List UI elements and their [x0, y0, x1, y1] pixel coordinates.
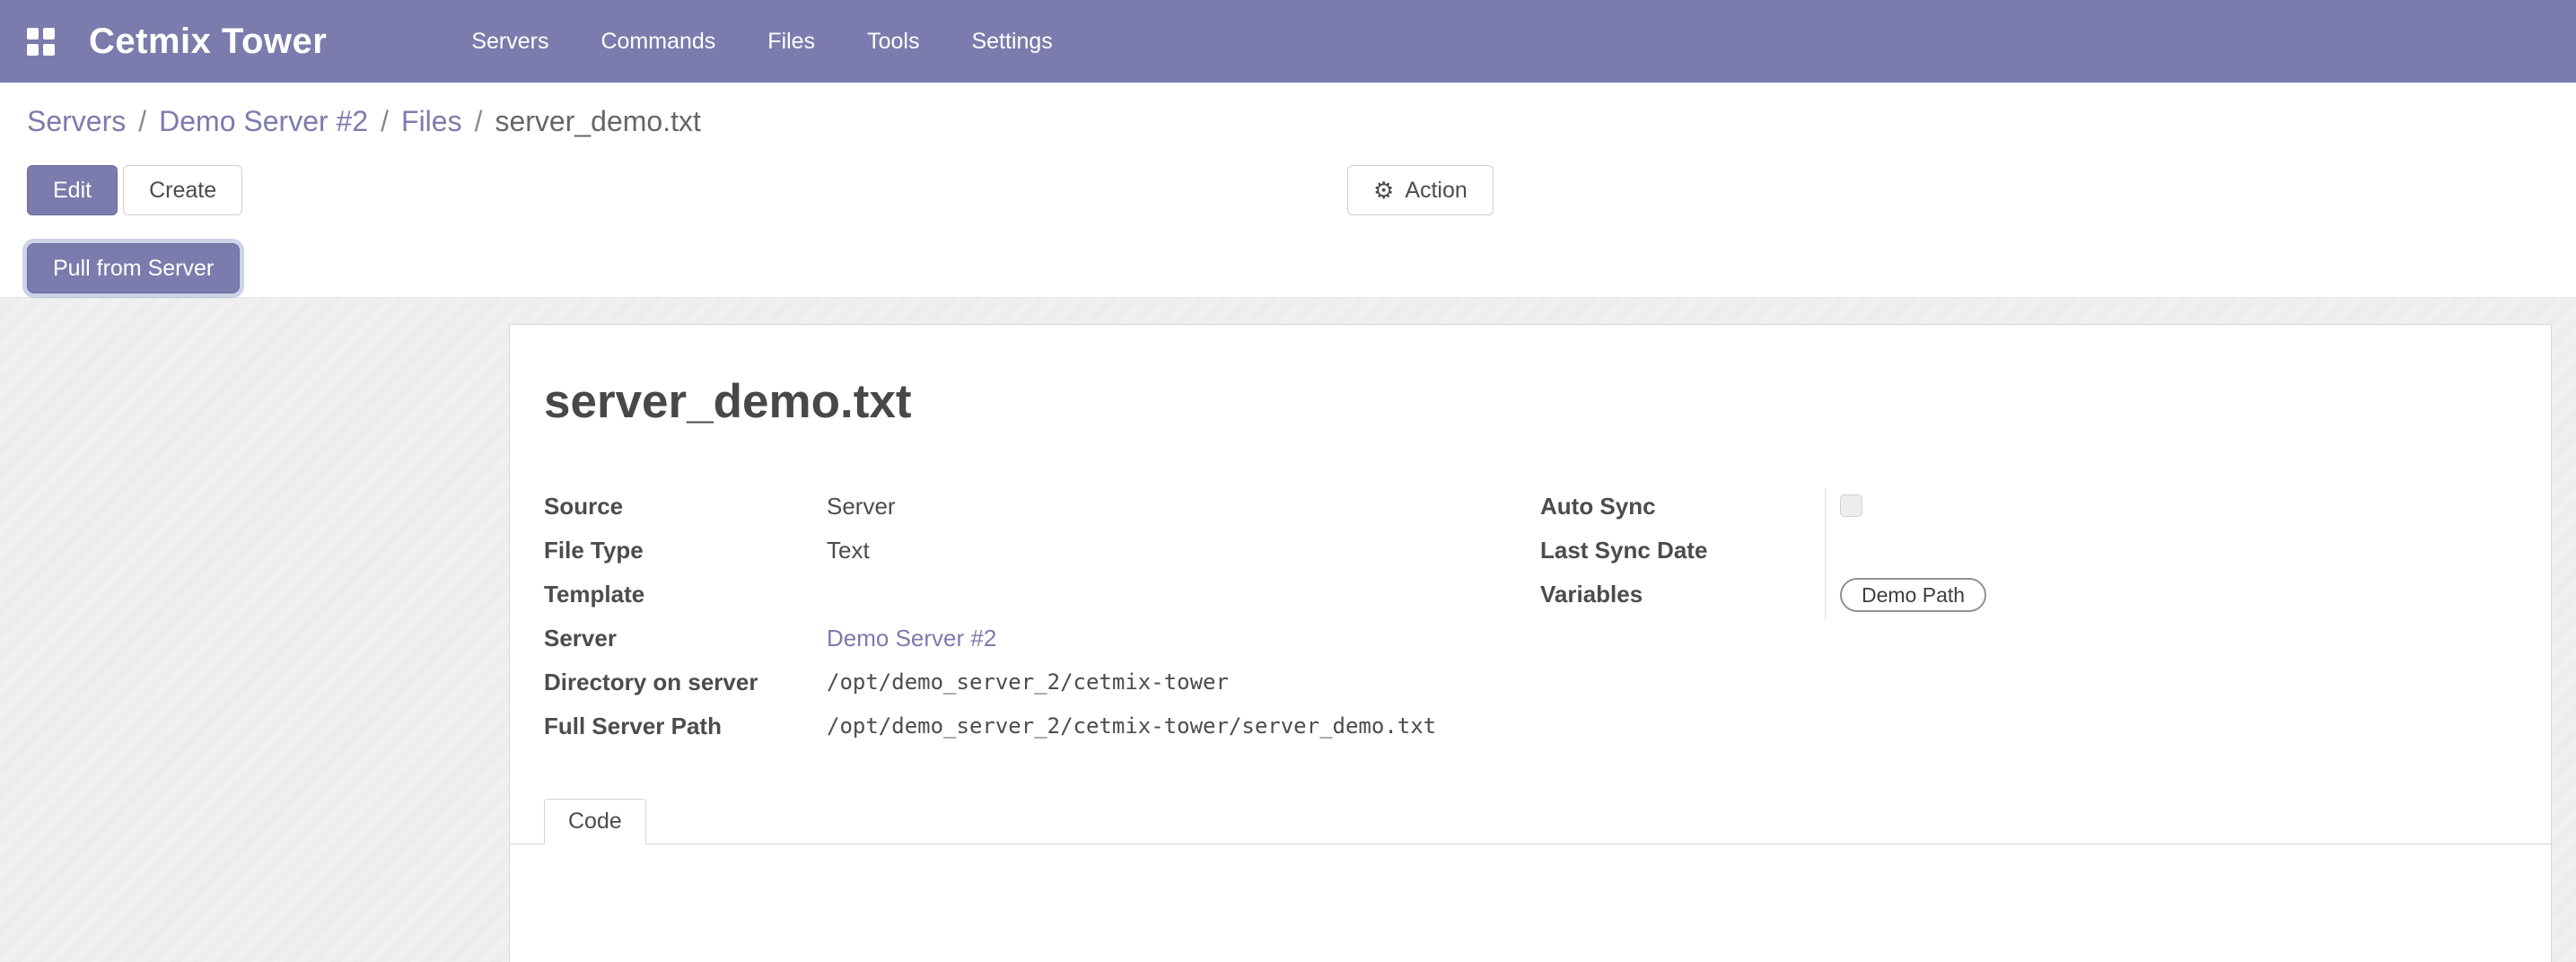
field-value-file-type: Text — [827, 532, 1540, 576]
breadcrumb-link-demo-server[interactable]: Demo Server #2 — [159, 105, 368, 137]
nav-item-tools[interactable]: Tools — [841, 0, 945, 83]
form-fields: Source Server File Type Text Template Se… — [544, 488, 2515, 752]
breadcrumb-separator: / — [475, 105, 483, 137]
content-area: server_demo.txt Source Server File Type … — [0, 297, 2576, 962]
action-menu-label: Action — [1405, 178, 1467, 204]
field-value-variables: Demo Path — [1825, 576, 2515, 620]
field-row-auto-sync: Auto Sync — [1540, 488, 2515, 532]
form-group-left: Source Server File Type Text Template Se… — [544, 488, 1540, 752]
field-label: Template — [544, 576, 827, 610]
apps-grid-square — [43, 28, 55, 39]
field-label: Auto Sync — [1540, 488, 1825, 522]
apps-grid-square — [27, 28, 39, 39]
auto-sync-checkbox[interactable] — [1840, 494, 1862, 517]
breadcrumb: Servers / Demo Server #2 / Files / server_demo… — [0, 83, 2576, 138]
field-row-template: Template — [544, 576, 1540, 620]
field-label: Variables — [1540, 576, 1825, 610]
field-value-last-sync — [1825, 532, 2515, 576]
brand-title[interactable]: Cetmix Tower — [89, 22, 327, 62]
field-row-full-path: Full Server Path /opt/demo_server_2/cetm… — [544, 708, 1540, 752]
action-menu-button[interactable]: ⚙ Action — [1347, 165, 1494, 215]
nav-item-settings[interactable]: Settings — [945, 0, 1078, 83]
field-value-directory: /opt/demo_server_2/cetmix-tower — [827, 664, 1540, 708]
nav-item-files[interactable]: Files — [741, 0, 841, 83]
field-row-source: Source Server — [544, 488, 1540, 532]
field-value-server-link[interactable]: Demo Server #2 — [827, 620, 1540, 664]
form-group-right: Auto Sync Last Sync Date Variables Demo … — [1540, 488, 2515, 752]
field-label: Server — [544, 620, 827, 654]
field-label: Source — [544, 488, 827, 522]
form-sheet: server_demo.txt Source Server File Type … — [509, 324, 2552, 962]
field-label: Last Sync Date — [1540, 532, 1825, 566]
breadcrumb-link-servers[interactable]: Servers — [27, 105, 126, 137]
field-row-server: Server Demo Server #2 — [544, 620, 1540, 664]
field-label: Directory on server — [544, 664, 827, 698]
tab-content-code — [544, 844, 2515, 962]
main-menu: Servers Commands Files Tools Settings — [445, 0, 1078, 83]
nav-item-servers[interactable]: Servers — [445, 0, 574, 83]
field-value-auto-sync — [1825, 488, 2515, 532]
field-label: File Type — [544, 532, 827, 566]
breadcrumb-link-files[interactable]: Files — [401, 105, 462, 137]
apps-grid-square — [27, 44, 39, 56]
gear-icon: ⚙ — [1373, 179, 1394, 202]
field-row-last-sync: Last Sync Date — [1540, 532, 2515, 576]
edit-button[interactable]: Edit — [27, 165, 118, 215]
field-value-source: Server — [827, 488, 1540, 532]
variable-tag-demo-path[interactable]: Demo Path — [1840, 578, 1986, 612]
field-value-full-path: /opt/demo_server_2/cetmix-tower/server_d… — [827, 708, 1540, 752]
field-row-directory: Directory on server /opt/demo_server_2/c… — [544, 664, 1540, 708]
button-row: Edit Create ⚙ Action — [0, 165, 2576, 215]
field-value-template — [827, 576, 1540, 620]
nav-item-commands[interactable]: Commands — [574, 0, 741, 83]
pull-from-server-button[interactable]: Pull from Server — [27, 243, 240, 293]
create-button[interactable]: Create — [123, 165, 242, 215]
field-label: Full Server Path — [544, 708, 827, 742]
field-row-variables: Variables Demo Path — [1540, 576, 2515, 620]
apps-grid-square — [43, 44, 55, 56]
breadcrumb-separator: / — [138, 105, 146, 137]
control-panel: Servers / Demo Server #2 / Files / server_demo… — [0, 83, 2576, 297]
record-title: server_demo.txt — [544, 374, 2515, 429]
field-row-file-type: File Type Text — [544, 532, 1540, 576]
tab-code[interactable]: Code — [544, 799, 646, 844]
apps-grid-icon[interactable] — [27, 28, 55, 56]
breadcrumb-current: server_demo.txt — [495, 105, 700, 137]
top-navbar: Cetmix Tower Servers Commands Files Tool… — [0, 0, 2576, 83]
notebook-tabs: Code — [510, 799, 2551, 844]
workflow-button-row: Pull from Server — [0, 243, 2576, 295]
breadcrumb-separator: / — [381, 105, 389, 137]
